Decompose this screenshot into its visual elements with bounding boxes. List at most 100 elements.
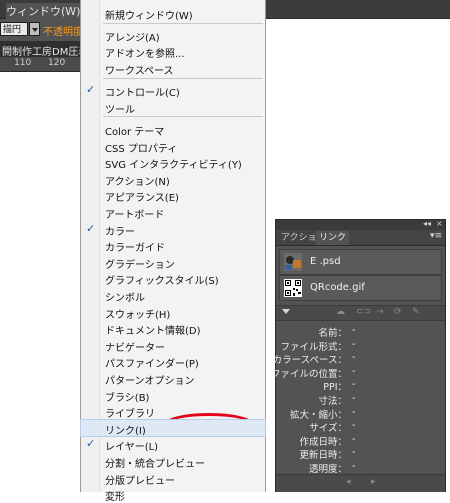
menu-item[interactable]: リンク(I) (80, 418, 266, 437)
menu-item-label: ツール (105, 105, 135, 116)
menu-item-label: ライブラリ (105, 409, 155, 421)
menu-item[interactable]: アートボード (81, 204, 265, 221)
menu-item-arrange[interactable]: アレンジ(A) (81, 27, 265, 44)
menu-item[interactable]: Color テーマ (81, 121, 265, 138)
menu-item-label: 新規ウィンドウ(W) (105, 11, 193, 22)
link-info-value: - (352, 461, 356, 472)
menu-item[interactable]: グラフィックスタイル(S) (81, 270, 265, 288)
menu-item-label: Color テーマ (105, 127, 165, 138)
menu-item-label: ブラシ(B) (105, 392, 150, 404)
link-info-row: ファイル形式： - (276, 338, 445, 353)
image-thumbnail-icon (284, 253, 302, 271)
collapse-icon[interactable]: ◂◂ (423, 219, 431, 228)
qr-code-thumbnail-icon (284, 279, 302, 297)
next-icon[interactable]: ▸ (371, 477, 376, 487)
menu-item-label: シンボル (105, 293, 145, 304)
edit-original-icon: ✎ (412, 307, 420, 317)
tab-links[interactable]: リンク (316, 231, 350, 245)
menu-item-label: CSS プロパティ (105, 143, 178, 155)
link-info-value: - (352, 352, 356, 364)
menu-separator (103, 23, 263, 24)
link-filename: E .psd (310, 256, 341, 267)
stroke-profile-dropdown[interactable]: 描円 (0, 22, 28, 36)
close-icon[interactable]: × (436, 219, 443, 228)
link-info-value: - (352, 365, 356, 377)
link-info-value: - (352, 393, 356, 404)
menu-item-label: グラデーション (105, 259, 175, 271)
menu-item[interactable]: ブラシ(B) (81, 387, 265, 404)
menu-item-label: ワークスペース (105, 66, 174, 77)
menu-item-label: ドキュメント情報(D) (105, 326, 201, 338)
menu-item-workspace[interactable]: ワークスペース (81, 60, 265, 77)
link-info-value: - (352, 433, 356, 445)
disclosure-triangle-icon[interactable] (282, 309, 290, 314)
checkmark-icon: ✓ (86, 221, 96, 235)
link-item[interactable]: QRcode.gif (279, 275, 442, 301)
menu-item[interactable]: シンボル (81, 287, 265, 304)
menu-item-label: アレンジ(A) (105, 33, 160, 44)
link-item[interactable]: E .psd (279, 249, 442, 275)
menu-item[interactable]: アピアランス(E) (81, 187, 265, 204)
menu-item[interactable]: 変形 (81, 486, 265, 503)
menu-item[interactable]: ツール (81, 99, 265, 116)
menu-item-label: 分版プレビュー (105, 475, 175, 487)
link-info-value: - (352, 447, 356, 459)
menu-item[interactable]: スウォッチ(H) (81, 304, 265, 321)
menu-item-label: レイヤー(L) (105, 442, 159, 454)
go-to-link-icon: ⇢ (376, 307, 384, 317)
menu-item[interactable]: ✓ レイヤー(L) (81, 436, 265, 454)
menu-separator (103, 116, 263, 117)
link-info-row: 作成日時： - (276, 433, 445, 448)
link-info-row: サイズ： - (276, 419, 445, 434)
menu-item[interactable]: SVG インタラクティビティ(Y) (81, 154, 265, 172)
menu-item-label: SVG インタラクティビティ(Y) (105, 160, 242, 172)
panel-menu-icon[interactable]: ▾≡ (430, 231, 442, 241)
menu-item-label: パスファインダー(P) (105, 359, 199, 371)
panel-title-bar[interactable]: ◂◂ × (276, 219, 445, 230)
menu-item-label: コントロール(C) (105, 88, 180, 99)
chevron-down-icon[interactable] (29, 22, 40, 36)
menu-item-label: アドオンを参照... (105, 49, 185, 60)
link-info-row: PPI： - (276, 378, 445, 393)
link-info-row: 透明度： - (276, 460, 445, 475)
menu-window[interactable]: ウィンドウ(W) (6, 3, 81, 19)
update-link-icon: ⟳ (394, 307, 402, 317)
menu-item[interactable]: グラデーション (81, 254, 265, 271)
menu-item[interactable]: ドキュメント情報(D) (81, 320, 265, 338)
menu-item[interactable]: パスファインダー(P) (81, 353, 265, 371)
menu-item-label: グラフィックスタイル(S) (105, 276, 219, 288)
link-info-value: - (352, 406, 356, 418)
menu-item-label: スウォッチ(H) (105, 309, 171, 321)
menu-item-label: パターンオプション (105, 376, 195, 387)
menu-item[interactable]: ライブラリ (81, 403, 265, 421)
menu-item[interactable]: ✓ コントロール(C) (81, 82, 265, 99)
menu-item[interactable]: アクション(N) (81, 171, 265, 188)
menu-item[interactable]: CSS プロパティ (81, 138, 265, 155)
document-tab[interactable]: 開制作工房DM圧着 (2, 43, 88, 58)
link-filename: QRcode.gif (310, 282, 365, 293)
ruler-tick: 110 (14, 58, 32, 68)
menu-item-label: 変形 (105, 492, 125, 503)
menu-item-label: アートボード (105, 210, 165, 221)
link-info-row: 寸法： - (276, 392, 445, 407)
menu-item[interactable]: ✓ カラー (81, 221, 265, 238)
link-info-key: 透明度： (308, 464, 347, 475)
link-info-value: - (352, 379, 356, 391)
menu-item[interactable]: 分版プレビュー (81, 470, 265, 487)
links-panel: ◂◂ × アクション リンク ▾≡ E .psd QRcode.gif ☁ ⊂⊃… (271, 219, 446, 492)
menu-item[interactable]: カラーガイド (81, 237, 265, 254)
menu-item[interactable]: パターンオプション (81, 370, 265, 387)
link-info-row: 名前： - (276, 324, 445, 339)
ruler-tick: 120 (48, 58, 66, 68)
menu-item-new-window[interactable]: 新規ウィンドウ(W) (81, 5, 265, 22)
previous-icon[interactable]: ◂ (346, 477, 351, 487)
checkmark-icon: ✓ (86, 437, 96, 451)
menu-item[interactable]: 分割・統合プレビュー (81, 453, 265, 470)
menu-item[interactable]: ナビゲーター (81, 337, 265, 354)
link-info-row: カラースペース： - (273, 351, 445, 366)
menu-item-browse-addons[interactable]: アドオンを参照... (81, 43, 265, 60)
link-info-row: 拡大・縮小： - (276, 406, 445, 421)
menu-item-label: ナビゲーター (105, 342, 165, 354)
link-info-value: - (352, 420, 356, 432)
link-info-row: ファイルの位置： - (271, 365, 445, 380)
